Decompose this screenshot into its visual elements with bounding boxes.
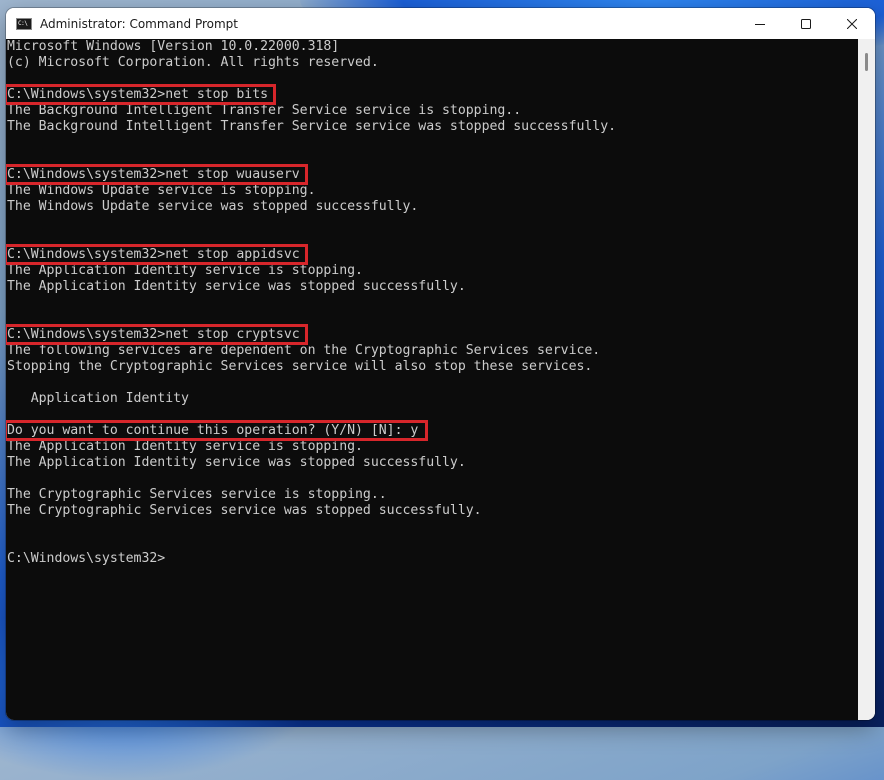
command-line: C:\Windows\system32>	[7, 551, 166, 566]
output-line: The Application Identity service is stop…	[7, 263, 363, 278]
minimize-icon	[755, 23, 765, 25]
window-title: Administrator: Command Prompt	[40, 16, 238, 31]
caption-buttons	[737, 8, 875, 39]
output-line: (c) Microsoft Corporation. All rights re…	[7, 55, 379, 70]
command-line: C:\Windows\system32>net stop appidsvc	[7, 247, 300, 262]
console-lines: Microsoft Windows [Version 10.0.22000.31…	[7, 39, 616, 567]
title-bar[interactable]: C:\ Administrator: Command Prompt	[6, 8, 875, 39]
output-line: The Cryptographic Services service was s…	[7, 503, 482, 518]
command-line: C:\Windows\system32>net stop wuauserv	[7, 167, 300, 182]
output-line: Microsoft Windows [Version 10.0.22000.31…	[7, 39, 340, 54]
output-line: The following services are dependent on …	[7, 343, 601, 358]
command-line: C:\Windows\system32>net stop bits	[7, 87, 269, 102]
output-line: The Application Identity service is stop…	[7, 439, 363, 454]
cmd-icon-text: C:\	[18, 19, 28, 27]
output-line: The Windows Update service was stopped s…	[7, 199, 419, 214]
output-line: The Application Identity service was sto…	[7, 455, 466, 470]
output-line: The Application Identity service was sto…	[7, 279, 466, 294]
command-prompt-window: C:\ Administrator: Command Prompt Micros…	[6, 8, 875, 720]
output-line: The Background Intelligent Transfer Serv…	[7, 119, 617, 134]
maximize-button[interactable]	[783, 8, 829, 39]
close-icon	[847, 18, 857, 29]
maximize-icon	[801, 18, 811, 29]
output-line: The Cryptographic Services service is st…	[7, 487, 387, 502]
scrollbar-thumb[interactable]	[865, 53, 868, 71]
output-line: The Windows Update service is stopping.	[7, 183, 316, 198]
close-button[interactable]	[829, 8, 875, 39]
output-line: Do you want to continue this operation? …	[7, 423, 419, 438]
output-line: Stopping the Cryptographic Services serv…	[7, 359, 593, 374]
output-line: Application Identity	[7, 391, 189, 406]
cmd-icon[interactable]: C:\	[16, 17, 32, 30]
output-line: The Background Intelligent Transfer Serv…	[7, 103, 522, 118]
command-line: C:\Windows\system32>net stop cryptsvc	[7, 327, 300, 342]
minimize-button[interactable]	[737, 8, 783, 39]
vertical-scrollbar[interactable]	[858, 39, 875, 720]
console-output[interactable]: Microsoft Windows [Version 10.0.22000.31…	[6, 39, 858, 720]
